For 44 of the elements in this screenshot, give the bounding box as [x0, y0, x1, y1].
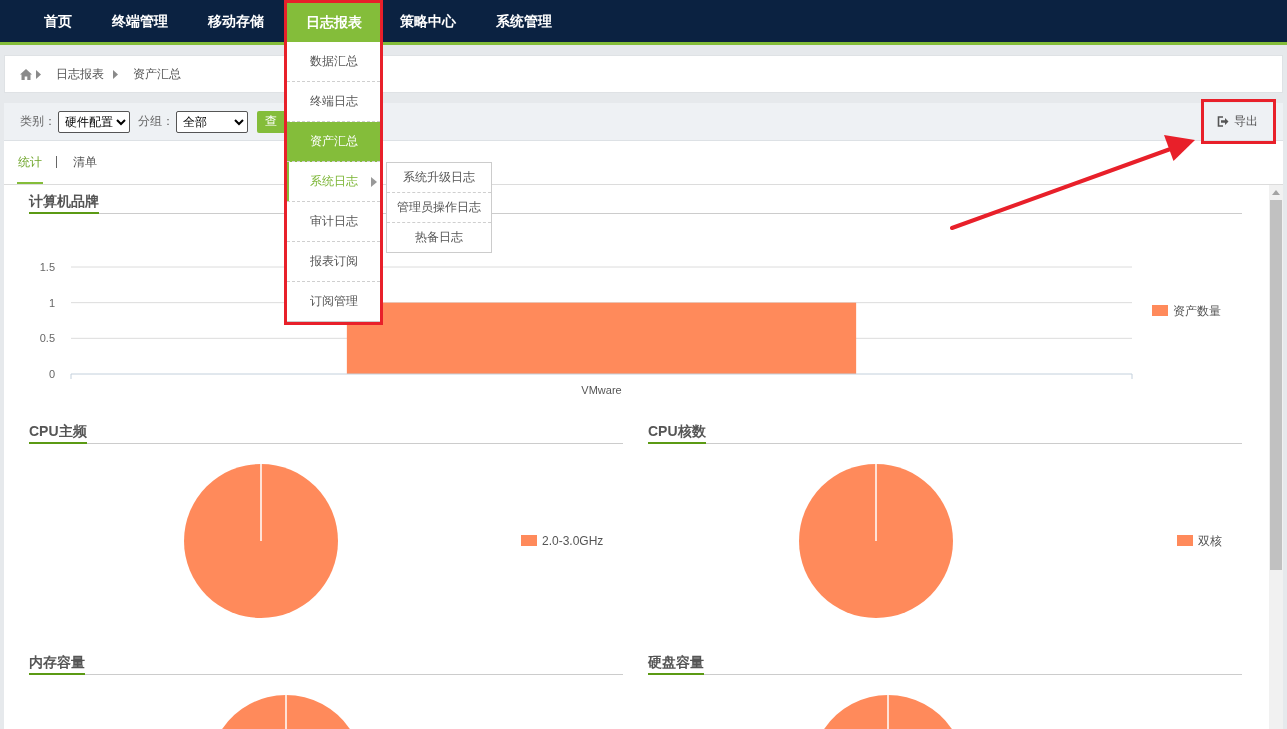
nav-tab[interactable]: 移动存储 — [188, 0, 284, 42]
submenu-item[interactable]: 系统升级日志 — [387, 163, 491, 193]
export-button[interactable]: 导出 — [1217, 111, 1258, 132]
nav-tab[interactable]: 首页 — [24, 0, 92, 42]
scrollbar-thumb[interactable] — [1270, 200, 1282, 570]
submenu-item[interactable]: 管理员操作日志 — [387, 193, 491, 223]
nav-tab[interactable]: 策略中心 — [380, 0, 476, 42]
menu-item[interactable]: 数据汇总 — [287, 42, 380, 82]
legend-swatch-icon — [1177, 535, 1193, 546]
tab[interactable]: 清单 — [72, 141, 98, 184]
x-axis-label: VMware — [581, 384, 622, 396]
caret-right-icon — [371, 177, 377, 187]
filter-select[interactable]: 全部 — [176, 110, 248, 133]
breadcrumb-item[interactable]: 日志报表 — [56, 65, 104, 83]
menu-item[interactable]: 审计日志 — [287, 202, 380, 242]
section-title: 计算机品牌 — [29, 189, 99, 214]
nav-tab[interactable]: 系统管理 — [476, 0, 572, 42]
legend-label: 资产数量 — [1173, 304, 1221, 318]
legend-swatch-icon — [521, 535, 537, 546]
filter-label: 类别： — [20, 113, 56, 130]
y-axis-label: 1.5 — [39, 261, 55, 273]
scroll-up-icon[interactable] — [1272, 190, 1280, 195]
nav-tab[interactable]: 终端管理 — [92, 0, 188, 42]
scrollbar[interactable] — [1269, 185, 1283, 729]
filter-select[interactable]: 硬件配置 — [58, 110, 130, 133]
menu-item[interactable]: 报表订阅 — [287, 242, 380, 282]
legend-swatch-icon — [1152, 305, 1168, 316]
filter-label: 分组： — [138, 113, 174, 130]
y-axis-label: 0.5 — [39, 332, 55, 345]
menu-item[interactable]: 订阅管理 — [287, 282, 380, 322]
box-arrow-icon — [1217, 116, 1229, 127]
caret-right-icon — [113, 69, 118, 79]
section-title: CPU核数 — [648, 419, 706, 444]
home-icon[interactable] — [20, 68, 32, 80]
section-title: 内存容量 — [29, 650, 85, 675]
submenu-item[interactable]: 热备日志 — [387, 223, 491, 252]
breadcrumb-item: 资产汇总 — [133, 65, 181, 83]
section-title: 硬盘容量 — [648, 650, 704, 675]
y-axis-label: 0 — [48, 368, 55, 380]
legend-label: 2.0-3.0GHz — [542, 534, 604, 548]
caret-right-icon — [36, 69, 41, 79]
legend-label: 双核 — [1198, 534, 1222, 548]
y-axis-label: 1 — [48, 296, 55, 309]
section-title: CPU主频 — [29, 419, 87, 444]
